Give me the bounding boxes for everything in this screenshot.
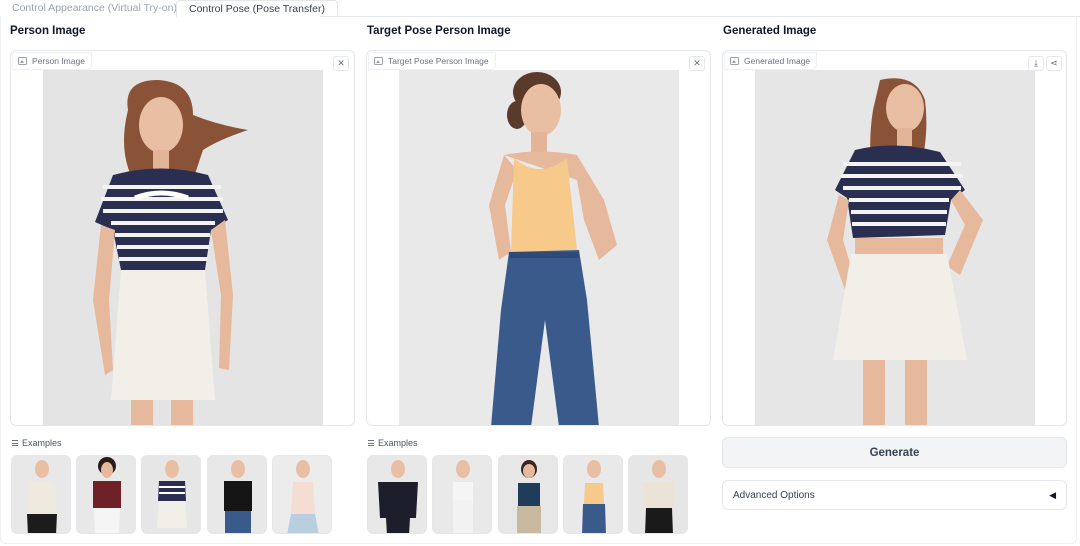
person-image-label: Person Image xyxy=(12,52,92,70)
target-example-5[interactable] xyxy=(628,455,688,534)
advanced-options-label: Advanced Options xyxy=(733,489,815,501)
person-image-panel[interactable]: Person Image ✕ xyxy=(10,50,355,426)
generated-photo xyxy=(755,70,1035,425)
target-example-1-svg xyxy=(368,456,426,533)
target-example-3[interactable] xyxy=(498,455,558,534)
person-example-4[interactable] xyxy=(207,455,267,534)
person-photo xyxy=(43,70,323,425)
person-example-1[interactable] xyxy=(11,455,71,534)
close-icon: ✕ xyxy=(337,58,345,68)
target-pose-photo-svg xyxy=(399,70,679,425)
share-icon: ⋖ xyxy=(1050,58,1058,68)
target-example-2-svg xyxy=(433,456,491,533)
target-example-3-svg xyxy=(499,456,557,533)
target-pose-label-text: Target Pose Person Image xyxy=(388,56,489,66)
target-pose-image-label: Target Pose Person Image xyxy=(368,52,496,70)
download-button[interactable]: ⤓ xyxy=(1028,56,1044,71)
person-example-2[interactable] xyxy=(76,455,136,534)
target-examples-label: Examples xyxy=(368,438,418,448)
list-icon xyxy=(368,440,374,446)
person-example-1-svg xyxy=(12,456,70,533)
person-example-5-svg xyxy=(273,456,331,533)
collapse-triangle-icon: ◀ xyxy=(1049,489,1056,500)
advanced-options-accordion[interactable]: Advanced Options ◀ xyxy=(722,480,1067,510)
person-example-3-svg xyxy=(142,456,200,533)
target-example-4-svg xyxy=(564,456,622,533)
tab-control-pose[interactable]: Control Pose (Pose Transfer) xyxy=(176,0,338,17)
person-photo-svg xyxy=(43,70,323,425)
tab-control-appearance[interactable]: Control Appearance (Virtual Try-on) xyxy=(0,0,177,17)
share-button[interactable]: ⋖ xyxy=(1046,56,1062,71)
clear-target-pose-button[interactable]: ✕ xyxy=(689,56,705,71)
close-icon: ✕ xyxy=(693,58,701,68)
person-image-title: Person Image xyxy=(10,25,86,37)
clear-person-image-button[interactable]: ✕ xyxy=(333,56,349,71)
target-examples-text: Examples xyxy=(378,438,418,448)
target-example-2[interactable] xyxy=(432,455,492,534)
generated-image-panel: Generated Image ⤓ ⋖ xyxy=(722,50,1067,426)
generated-label-text: Generated Image xyxy=(744,56,811,66)
person-example-4-svg xyxy=(208,456,266,533)
generate-button[interactable]: Generate xyxy=(722,437,1067,468)
target-pose-title: Target Pose Person Image xyxy=(367,25,511,37)
person-examples-label: Examples xyxy=(12,438,62,448)
generated-image-title: Generated Image xyxy=(723,25,817,37)
person-example-5[interactable] xyxy=(272,455,332,534)
list-icon xyxy=(12,440,18,446)
target-pose-image-panel[interactable]: Target Pose Person Image ✕ xyxy=(366,50,711,426)
person-example-3[interactable] xyxy=(141,455,201,534)
image-icon xyxy=(730,57,739,65)
person-examples-text: Examples xyxy=(22,438,62,448)
person-example-2-svg xyxy=(77,456,135,533)
tab-bar: Control Appearance (Virtual Try-on) Cont… xyxy=(0,0,1080,17)
target-example-5-svg xyxy=(629,456,687,533)
download-icon: ⤓ xyxy=(1034,58,1038,68)
generated-photo-svg xyxy=(755,70,1035,425)
person-image-label-text: Person Image xyxy=(32,56,85,66)
image-icon xyxy=(374,57,383,65)
target-pose-photo xyxy=(399,70,679,425)
generated-image-label: Generated Image xyxy=(724,52,818,70)
image-icon xyxy=(18,57,27,65)
target-example-4[interactable] xyxy=(563,455,623,534)
target-example-1[interactable] xyxy=(367,455,427,534)
